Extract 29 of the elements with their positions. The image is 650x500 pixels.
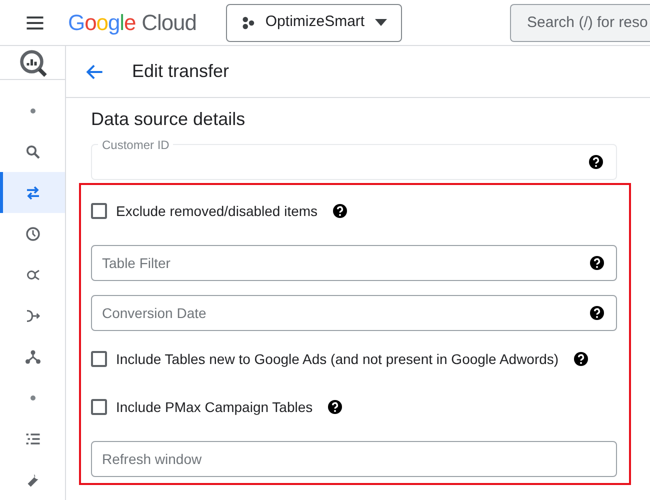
help-icon[interactable] (588, 154, 604, 170)
project-picker[interactable]: OptimizeSmart (226, 4, 402, 42)
clock-icon[interactable] (24, 224, 42, 242)
help-icon[interactable] (572, 351, 589, 367)
checkbox[interactable] (91, 203, 107, 219)
text-field[interactable]: Table Filter (91, 245, 617, 281)
dot-icon[interactable] (30, 394, 36, 400)
text-field[interactable]: Refresh window (91, 441, 617, 477)
help-icon[interactable] (589, 255, 605, 271)
checkbox-label[interactable]: Include Tables new to Google Ads (and not present in Google Adwords) (116, 348, 559, 370)
analytics-magnifier-icon[interactable] (18, 48, 48, 78)
checkbox[interactable] (91, 351, 107, 367)
checkbox[interactable] (91, 399, 107, 415)
hierarchy-icon[interactable] (24, 348, 42, 366)
section-title: Data source details (91, 108, 246, 131)
help-icon[interactable] (332, 203, 348, 219)
search-icon[interactable] (24, 142, 42, 160)
caret-icon (374, 18, 387, 26)
search-field[interactable]: Search (/) for reso (510, 4, 650, 42)
checkbox-label[interactable]: Include PMax Campaign Tables (116, 396, 313, 418)
logo[interactable]: Google Cloud (68, 6, 196, 39)
page-title: Edit transfer (132, 60, 230, 83)
text-field[interactable]: Conversion Date (91, 295, 617, 331)
checkbox-label[interactable]: Exclude removed/disabled items (116, 200, 318, 222)
dot-icon[interactable] (30, 108, 36, 114)
help-icon[interactable] (589, 305, 605, 321)
help-icon[interactable] (326, 399, 343, 415)
dots-cluster-icon (241, 16, 256, 30)
nav-item[interactable] (0, 172, 65, 213)
